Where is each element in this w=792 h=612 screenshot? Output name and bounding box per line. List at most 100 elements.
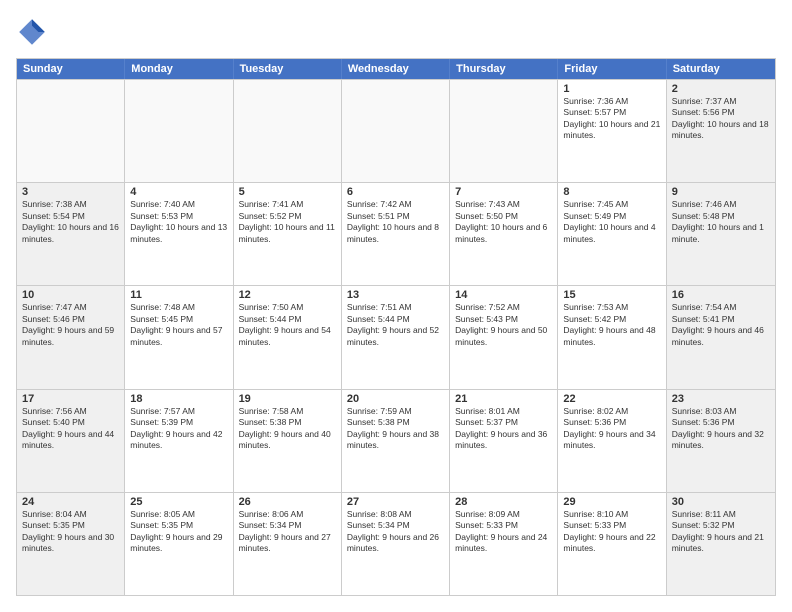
logo-icon: [16, 16, 48, 48]
day-info: Sunrise: 8:08 AM Sunset: 5:34 PM Dayligh…: [347, 509, 444, 555]
calendar-cell: 10Sunrise: 7:47 AM Sunset: 5:46 PM Dayli…: [17, 286, 125, 388]
day-number: 1: [563, 83, 660, 95]
day-info: Sunrise: 8:04 AM Sunset: 5:35 PM Dayligh…: [22, 509, 119, 555]
day-number: 14: [455, 289, 552, 301]
day-info: Sunrise: 7:41 AM Sunset: 5:52 PM Dayligh…: [239, 199, 336, 245]
calendar-cell: 26Sunrise: 8:06 AM Sunset: 5:34 PM Dayli…: [234, 493, 342, 595]
day-info: Sunrise: 7:47 AM Sunset: 5:46 PM Dayligh…: [22, 302, 119, 348]
weekday-header-sunday: Sunday: [17, 59, 125, 79]
day-info: Sunrise: 8:03 AM Sunset: 5:36 PM Dayligh…: [672, 406, 770, 452]
calendar-cell: [342, 80, 450, 182]
calendar-cell: 15Sunrise: 7:53 AM Sunset: 5:42 PM Dayli…: [558, 286, 666, 388]
day-number: 19: [239, 393, 336, 405]
weekday-header-saturday: Saturday: [667, 59, 775, 79]
day-info: Sunrise: 7:37 AM Sunset: 5:56 PM Dayligh…: [672, 96, 770, 142]
calendar-row-5: 24Sunrise: 8:04 AM Sunset: 5:35 PM Dayli…: [17, 492, 775, 595]
day-info: Sunrise: 8:06 AM Sunset: 5:34 PM Dayligh…: [239, 509, 336, 555]
day-number: 11: [130, 289, 227, 301]
day-number: 6: [347, 186, 444, 198]
day-number: 29: [563, 496, 660, 508]
day-info: Sunrise: 7:36 AM Sunset: 5:57 PM Dayligh…: [563, 96, 660, 142]
day-number: 26: [239, 496, 336, 508]
calendar-cell: 7Sunrise: 7:43 AM Sunset: 5:50 PM Daylig…: [450, 183, 558, 285]
day-number: 8: [563, 186, 660, 198]
calendar-cell: 18Sunrise: 7:57 AM Sunset: 5:39 PM Dayli…: [125, 390, 233, 492]
calendar-cell: 21Sunrise: 8:01 AM Sunset: 5:37 PM Dayli…: [450, 390, 558, 492]
calendar-cell: [234, 80, 342, 182]
calendar-cell: [125, 80, 233, 182]
calendar-row-1: 1Sunrise: 7:36 AM Sunset: 5:57 PM Daylig…: [17, 79, 775, 182]
page: SundayMondayTuesdayWednesdayThursdayFrid…: [0, 0, 792, 612]
header: [16, 16, 776, 48]
calendar-cell: 5Sunrise: 7:41 AM Sunset: 5:52 PM Daylig…: [234, 183, 342, 285]
day-info: Sunrise: 8:01 AM Sunset: 5:37 PM Dayligh…: [455, 406, 552, 452]
logo: [16, 16, 52, 48]
day-info: Sunrise: 7:58 AM Sunset: 5:38 PM Dayligh…: [239, 406, 336, 452]
day-info: Sunrise: 8:09 AM Sunset: 5:33 PM Dayligh…: [455, 509, 552, 555]
day-number: 17: [22, 393, 119, 405]
calendar-row-2: 3Sunrise: 7:38 AM Sunset: 5:54 PM Daylig…: [17, 182, 775, 285]
day-info: Sunrise: 7:56 AM Sunset: 5:40 PM Dayligh…: [22, 406, 119, 452]
calendar-cell: 24Sunrise: 8:04 AM Sunset: 5:35 PM Dayli…: [17, 493, 125, 595]
calendar-cell: 17Sunrise: 7:56 AM Sunset: 5:40 PM Dayli…: [17, 390, 125, 492]
day-info: Sunrise: 7:48 AM Sunset: 5:45 PM Dayligh…: [130, 302, 227, 348]
calendar-cell: 14Sunrise: 7:52 AM Sunset: 5:43 PM Dayli…: [450, 286, 558, 388]
calendar-cell: 8Sunrise: 7:45 AM Sunset: 5:49 PM Daylig…: [558, 183, 666, 285]
day-info: Sunrise: 7:42 AM Sunset: 5:51 PM Dayligh…: [347, 199, 444, 245]
calendar-cell: 6Sunrise: 7:42 AM Sunset: 5:51 PM Daylig…: [342, 183, 450, 285]
day-number: 2: [672, 83, 770, 95]
day-number: 27: [347, 496, 444, 508]
day-info: Sunrise: 8:02 AM Sunset: 5:36 PM Dayligh…: [563, 406, 660, 452]
calendar-cell: 4Sunrise: 7:40 AM Sunset: 5:53 PM Daylig…: [125, 183, 233, 285]
day-info: Sunrise: 7:45 AM Sunset: 5:49 PM Dayligh…: [563, 199, 660, 245]
calendar-cell: 20Sunrise: 7:59 AM Sunset: 5:38 PM Dayli…: [342, 390, 450, 492]
day-info: Sunrise: 8:11 AM Sunset: 5:32 PM Dayligh…: [672, 509, 770, 555]
day-number: 5: [239, 186, 336, 198]
day-info: Sunrise: 7:59 AM Sunset: 5:38 PM Dayligh…: [347, 406, 444, 452]
calendar-cell: 27Sunrise: 8:08 AM Sunset: 5:34 PM Dayli…: [342, 493, 450, 595]
day-number: 4: [130, 186, 227, 198]
calendar-cell: 3Sunrise: 7:38 AM Sunset: 5:54 PM Daylig…: [17, 183, 125, 285]
calendar-cell: 16Sunrise: 7:54 AM Sunset: 5:41 PM Dayli…: [667, 286, 775, 388]
calendar-cell: 28Sunrise: 8:09 AM Sunset: 5:33 PM Dayli…: [450, 493, 558, 595]
day-number: 18: [130, 393, 227, 405]
day-info: Sunrise: 7:43 AM Sunset: 5:50 PM Dayligh…: [455, 199, 552, 245]
day-info: Sunrise: 7:50 AM Sunset: 5:44 PM Dayligh…: [239, 302, 336, 348]
day-number: 12: [239, 289, 336, 301]
day-info: Sunrise: 7:46 AM Sunset: 5:48 PM Dayligh…: [672, 199, 770, 245]
calendar-cell: 12Sunrise: 7:50 AM Sunset: 5:44 PM Dayli…: [234, 286, 342, 388]
calendar-cell: 2Sunrise: 7:37 AM Sunset: 5:56 PM Daylig…: [667, 80, 775, 182]
day-info: Sunrise: 7:54 AM Sunset: 5:41 PM Dayligh…: [672, 302, 770, 348]
day-number: 28: [455, 496, 552, 508]
day-number: 22: [563, 393, 660, 405]
calendar-cell: 30Sunrise: 8:11 AM Sunset: 5:32 PM Dayli…: [667, 493, 775, 595]
day-info: Sunrise: 7:51 AM Sunset: 5:44 PM Dayligh…: [347, 302, 444, 348]
day-info: Sunrise: 7:38 AM Sunset: 5:54 PM Dayligh…: [22, 199, 119, 245]
day-info: Sunrise: 8:10 AM Sunset: 5:33 PM Dayligh…: [563, 509, 660, 555]
calendar-cell: 1Sunrise: 7:36 AM Sunset: 5:57 PM Daylig…: [558, 80, 666, 182]
weekday-header-friday: Friday: [558, 59, 666, 79]
day-number: 30: [672, 496, 770, 508]
weekday-header-thursday: Thursday: [450, 59, 558, 79]
calendar-cell: 22Sunrise: 8:02 AM Sunset: 5:36 PM Dayli…: [558, 390, 666, 492]
day-number: 13: [347, 289, 444, 301]
calendar-cell: 23Sunrise: 8:03 AM Sunset: 5:36 PM Dayli…: [667, 390, 775, 492]
calendar-cell: [17, 80, 125, 182]
day-info: Sunrise: 7:57 AM Sunset: 5:39 PM Dayligh…: [130, 406, 227, 452]
calendar-cell: [450, 80, 558, 182]
calendar-cell: 29Sunrise: 8:10 AM Sunset: 5:33 PM Dayli…: [558, 493, 666, 595]
day-number: 10: [22, 289, 119, 301]
calendar-header: SundayMondayTuesdayWednesdayThursdayFrid…: [17, 59, 775, 79]
calendar-cell: 9Sunrise: 7:46 AM Sunset: 5:48 PM Daylig…: [667, 183, 775, 285]
calendar-row-3: 10Sunrise: 7:47 AM Sunset: 5:46 PM Dayli…: [17, 285, 775, 388]
weekday-header-monday: Monday: [125, 59, 233, 79]
weekday-header-tuesday: Tuesday: [234, 59, 342, 79]
calendar-cell: 25Sunrise: 8:05 AM Sunset: 5:35 PM Dayli…: [125, 493, 233, 595]
day-number: 3: [22, 186, 119, 198]
calendar-cell: 13Sunrise: 7:51 AM Sunset: 5:44 PM Dayli…: [342, 286, 450, 388]
day-info: Sunrise: 7:52 AM Sunset: 5:43 PM Dayligh…: [455, 302, 552, 348]
day-number: 15: [563, 289, 660, 301]
day-number: 9: [672, 186, 770, 198]
day-info: Sunrise: 7:40 AM Sunset: 5:53 PM Dayligh…: [130, 199, 227, 245]
calendar-cell: 19Sunrise: 7:58 AM Sunset: 5:38 PM Dayli…: [234, 390, 342, 492]
